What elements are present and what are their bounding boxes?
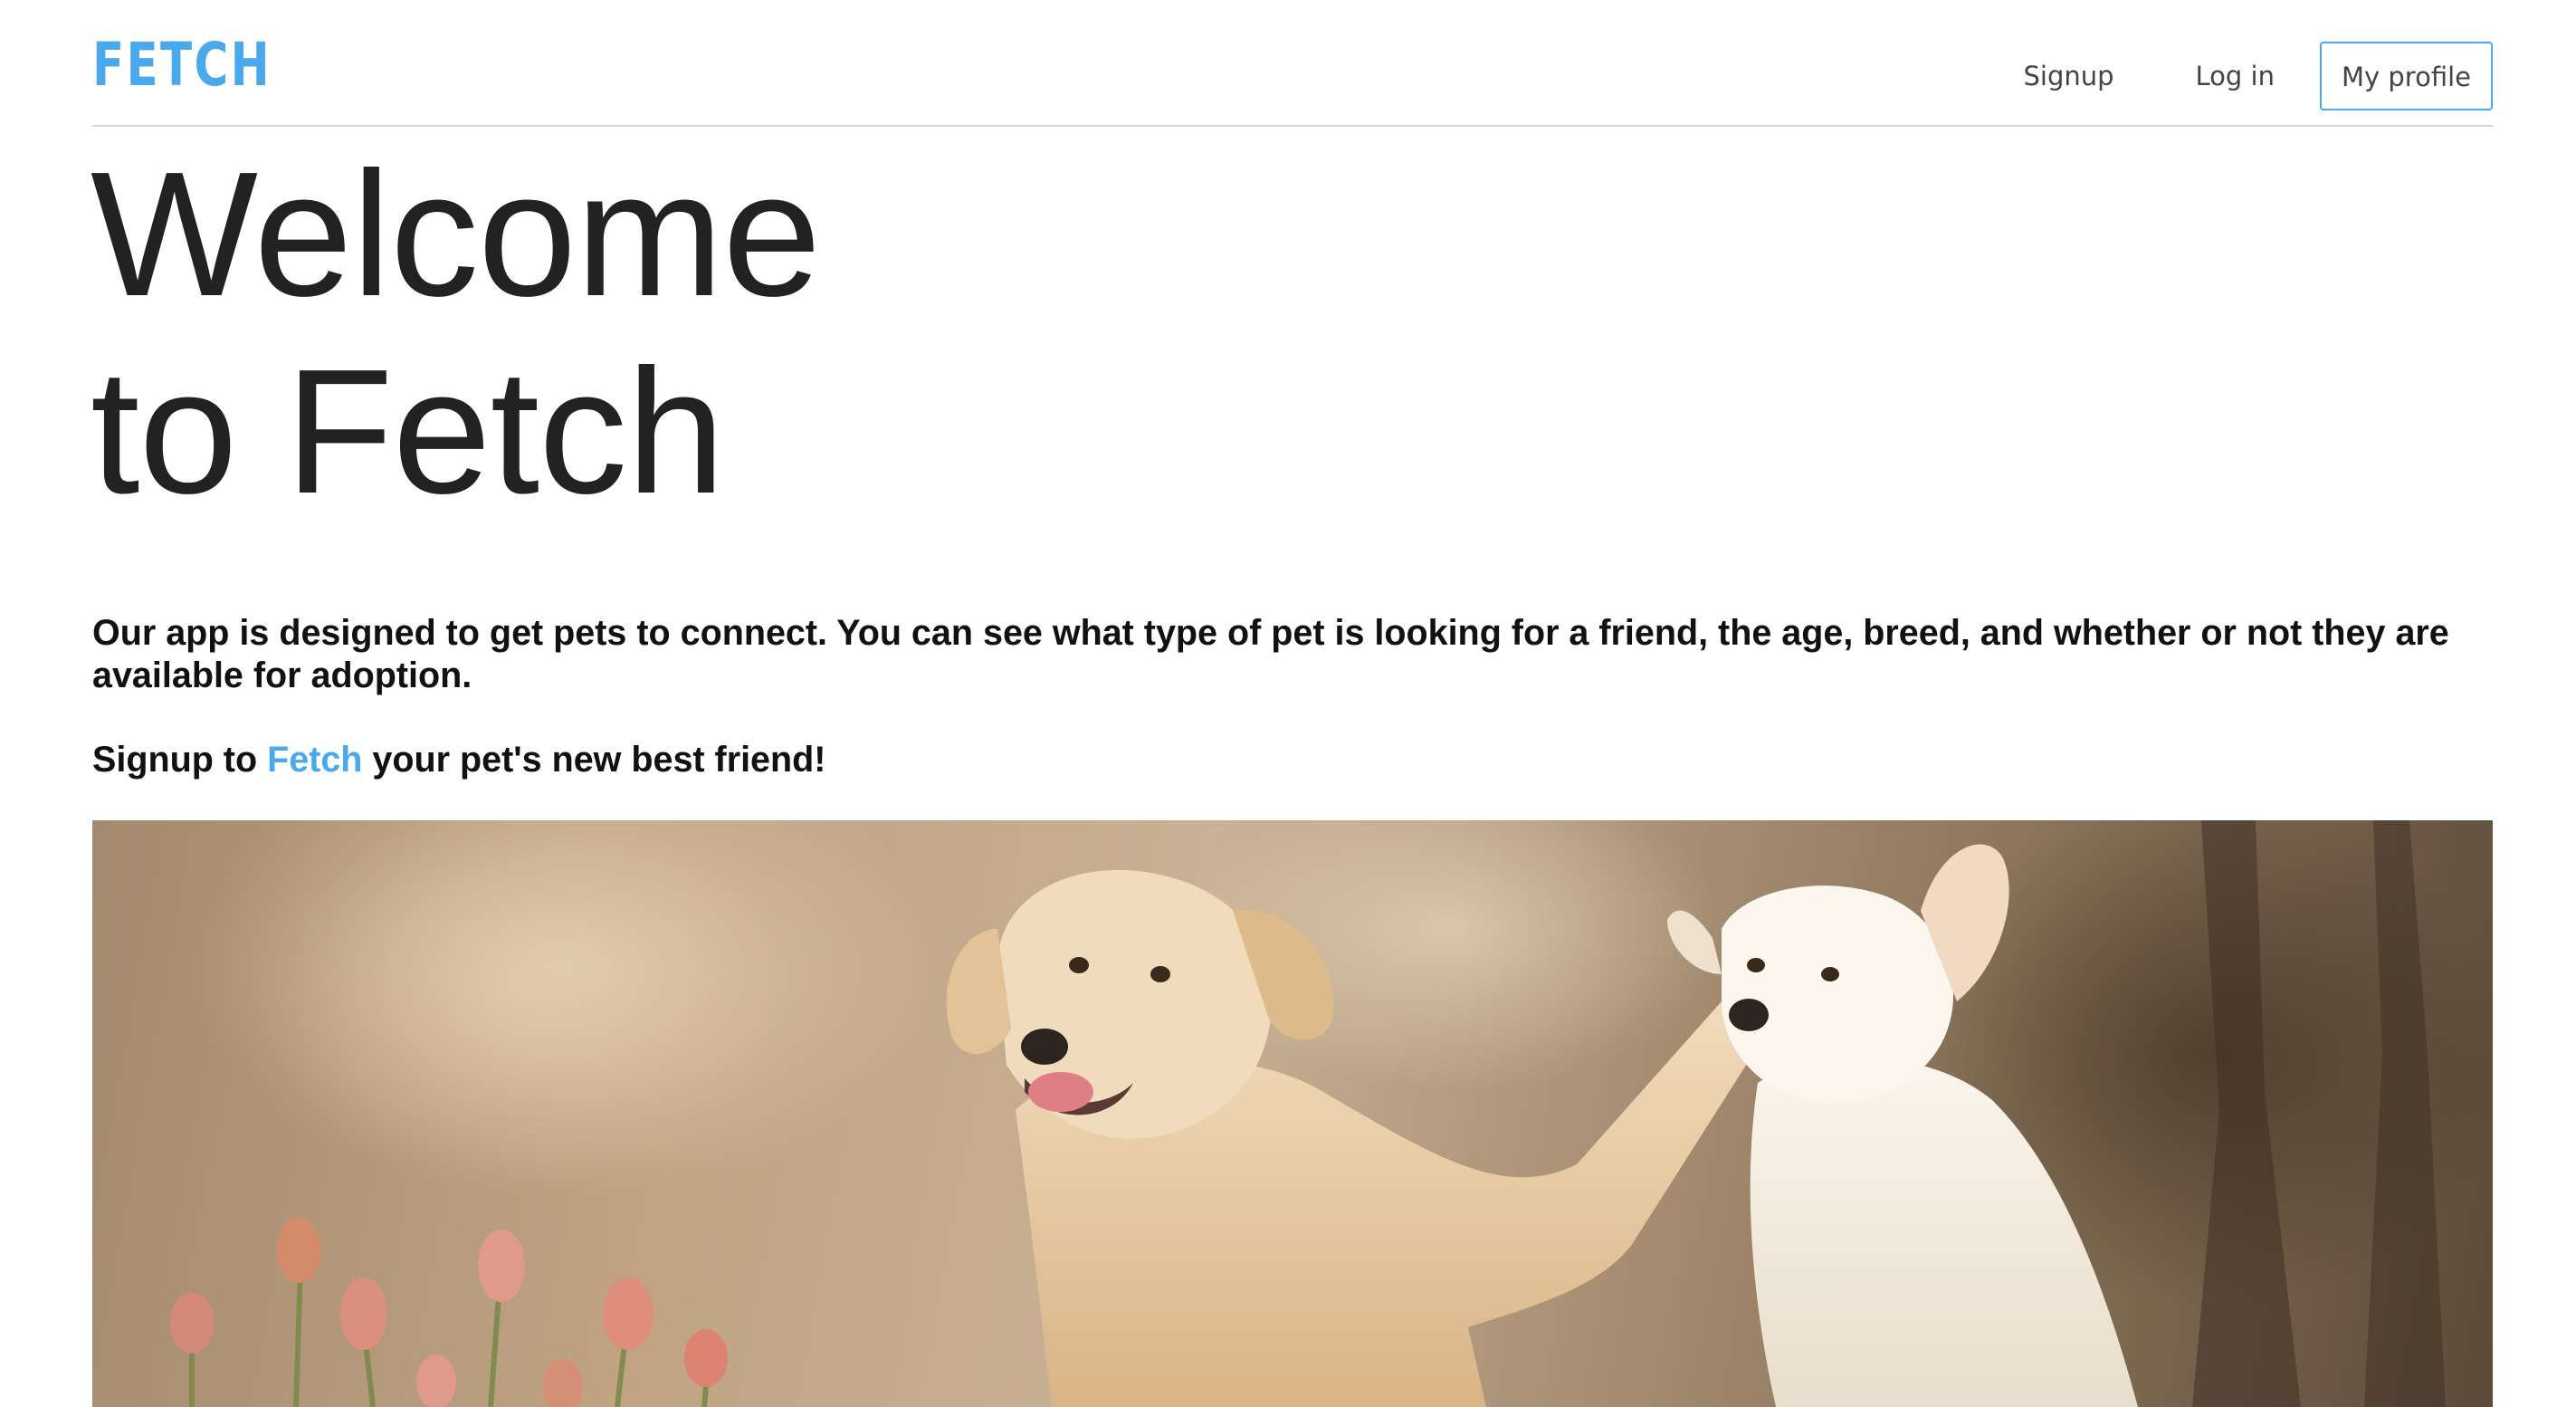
cta-prefix: Signup to xyxy=(92,740,268,780)
page-title-line-2: to Fetch xyxy=(91,332,725,531)
my-profile-button[interactable]: My profile xyxy=(2319,42,2493,110)
intro-paragraph: Our app is designed to get pets to conne… xyxy=(92,613,2449,695)
navbar: FETCH Signup Log in My profile xyxy=(92,0,2493,127)
dogs-illustration xyxy=(170,820,2446,1407)
nav-signup-link[interactable]: Signup xyxy=(2023,61,2113,91)
white-puppy xyxy=(1667,844,2138,1407)
page-title: Welcome to Fetch xyxy=(91,135,821,531)
page-title-line-1: Welcome xyxy=(91,135,821,333)
brand-logo[interactable]: FETCH xyxy=(92,27,272,103)
dogs-hero-image xyxy=(92,820,2493,1407)
page: FETCH Signup Log in My profile Welcome t… xyxy=(0,0,2576,1407)
nav-links: Signup Log in My profile xyxy=(2023,40,2493,112)
cta-suffix: your pet's new best friend! xyxy=(362,740,826,780)
signup-cta: Signup to Fetch your pet's new best frie… xyxy=(92,739,825,781)
nav-login-link[interactable]: Log in xyxy=(2196,61,2275,91)
tulips xyxy=(170,1218,728,1407)
cta-brand: Fetch xyxy=(267,740,363,780)
